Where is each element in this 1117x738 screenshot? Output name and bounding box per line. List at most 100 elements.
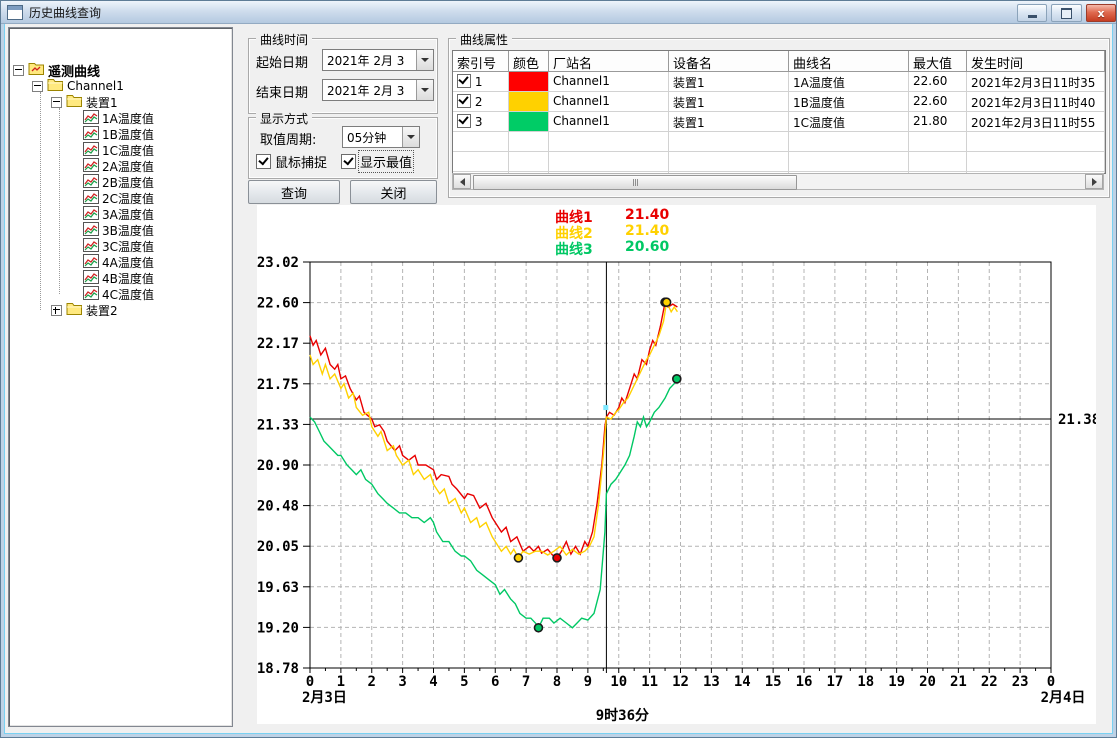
tree-item-4A温度值[interactable]: 4A温度值 xyxy=(70,254,154,270)
checkbox-box[interactable] xyxy=(341,154,356,169)
table-header-cell[interactable]: 索引号 xyxy=(453,51,509,71)
close-action-button[interactable]: 关闭 xyxy=(350,180,437,204)
series-3-min-marker xyxy=(534,624,542,632)
tree-item-4B温度值[interactable]: 4B温度值 xyxy=(70,270,154,286)
tree-item-1B温度值[interactable]: 1B温度值 xyxy=(70,126,154,142)
tree-guide-line xyxy=(59,108,60,294)
table-row[interactable]: 1Channel1装置11A温度值22.602021年2月3日11时35 xyxy=(453,72,1105,92)
show-extremes-label: 显示最值 xyxy=(360,152,412,171)
end-date-combo[interactable]: 2021年 2月 3 xyxy=(322,79,434,101)
tree-item-装置2[interactable]: 装置2 xyxy=(51,302,118,318)
tree-item-2A温度值[interactable]: 2A温度值 xyxy=(70,158,154,174)
collapse-icon[interactable] xyxy=(32,81,43,92)
tree-item-3A温度值[interactable]: 3A温度值 xyxy=(70,206,154,222)
time-cell: 2021年2月3日11时35 xyxy=(967,72,1105,91)
tree-item-遥测曲线[interactable]: 遥测曲线 xyxy=(13,62,100,78)
properties-table: 索引号颜色厂站名设备名曲线名最大值发生时间 1Channel1装置11A温度值2… xyxy=(452,50,1106,174)
x-tick-label: 18 xyxy=(857,674,874,690)
tree-item-2C温度值[interactable]: 2C温度值 xyxy=(70,190,154,206)
max-cell: 21.80 xyxy=(909,112,967,131)
series-1-min-marker xyxy=(553,554,561,562)
row-index: 2 xyxy=(471,95,482,109)
x-tick-label: 0 xyxy=(306,674,314,690)
tree-item-1A温度值[interactable]: 1A温度值 xyxy=(70,110,154,126)
curve-icon xyxy=(83,174,99,191)
tree-item-3B温度值[interactable]: 3B温度值 xyxy=(70,222,154,238)
table-header-cell[interactable]: 最大值 xyxy=(909,51,967,71)
row-checkbox[interactable] xyxy=(457,114,471,128)
tree-item-装置1[interactable]: 装置1 xyxy=(51,94,118,110)
table-row[interactable]: 3Channel1装置11C温度值21.802021年2月3日11时55 xyxy=(453,112,1105,132)
start-date-dropdown-button[interactable] xyxy=(416,50,433,70)
row-checkbox[interactable] xyxy=(457,94,471,108)
mouse-capture-checkbox[interactable]: 鼠标捕捉 xyxy=(256,152,327,171)
period-dropdown-button[interactable] xyxy=(402,127,419,147)
color-swatch xyxy=(509,72,548,91)
series-3-max-marker xyxy=(673,375,681,383)
row-index-cell: 1 xyxy=(453,72,509,91)
table-row[interactable]: 2Channel1装置11B温度值22.602021年2月3日11时40 xyxy=(453,92,1105,112)
y-tick-label: 18.78 xyxy=(257,661,299,677)
table-header-cell[interactable]: 厂站名 xyxy=(549,51,669,71)
close-button[interactable]: x xyxy=(1086,4,1116,22)
window-icon xyxy=(7,5,23,20)
horizontal-scrollbar[interactable] xyxy=(452,173,1104,190)
start-date-combo[interactable]: 2021年 2月 3 xyxy=(322,49,434,71)
tree-item-4C温度值[interactable]: 4C温度值 xyxy=(70,286,154,302)
scroll-thumb[interactable] xyxy=(473,175,797,190)
period-combo[interactable]: 05分钟 xyxy=(342,126,420,148)
color-cell xyxy=(509,112,549,131)
tree-item-label: 4C温度值 xyxy=(102,286,154,303)
y-tick-label: 22.60 xyxy=(257,296,299,312)
empty-cell xyxy=(509,132,549,151)
tree-item-label: 装置1 xyxy=(86,94,118,111)
end-date-dropdown-button[interactable] xyxy=(416,80,433,100)
tree-item-1C温度值[interactable]: 1C温度值 xyxy=(70,142,154,158)
curve-icon xyxy=(83,238,99,255)
tree-item-3C温度值[interactable]: 3C温度值 xyxy=(70,238,154,254)
curve-cell: 1C温度值 xyxy=(789,112,909,131)
root-folder-icon xyxy=(28,62,45,79)
checkbox-box[interactable] xyxy=(256,154,271,169)
row-checkbox[interactable] xyxy=(457,74,471,88)
series-2-min-marker xyxy=(514,554,522,562)
empty-cell xyxy=(549,132,669,151)
titlebar[interactable]: 历史曲线查询 xyxy=(1,1,1116,24)
y-tick-label: 20.05 xyxy=(257,539,299,555)
row-index-cell: 3 xyxy=(453,112,509,131)
collapse-icon[interactable] xyxy=(13,65,24,76)
tree-item-2B温度值[interactable]: 2B温度值 xyxy=(70,174,154,190)
y-tick-label: 21.75 xyxy=(257,377,299,393)
row-index-cell: 2 xyxy=(453,92,509,111)
x-tick-label: 19 xyxy=(888,674,905,690)
scroll-right-button[interactable] xyxy=(1085,174,1103,189)
table-header-cell[interactable]: 颜色 xyxy=(509,51,549,71)
folder-icon xyxy=(66,94,83,111)
empty-cell xyxy=(967,152,1105,171)
collapse-icon[interactable] xyxy=(51,97,62,108)
table-header-cell[interactable]: 曲线名 xyxy=(789,51,909,71)
maximize-button[interactable] xyxy=(1051,4,1082,22)
table-header-cell[interactable]: 发生时间 xyxy=(967,51,1105,71)
chevron-down-icon xyxy=(421,58,429,62)
row-index: 3 xyxy=(471,115,482,129)
table-header-cell[interactable]: 设备名 xyxy=(669,51,789,71)
expand-icon[interactable] xyxy=(51,305,62,316)
query-button[interactable]: 查询 xyxy=(248,180,340,204)
tree-guide-line xyxy=(40,92,41,310)
scroll-left-button[interactable] xyxy=(453,174,471,189)
curve-icon xyxy=(83,126,99,143)
series-line-1 xyxy=(310,302,677,558)
empty-cell xyxy=(967,132,1105,151)
show-extremes-checkbox[interactable]: 显示最值 xyxy=(341,152,412,171)
end-date-label: 结束日期 xyxy=(256,82,308,101)
minimize-button[interactable] xyxy=(1017,4,1047,22)
empty-cell xyxy=(789,132,909,151)
curve-icon xyxy=(83,158,99,175)
tree-item-Channel1[interactable]: Channel1 xyxy=(32,78,124,94)
table-empty-row xyxy=(453,152,1105,172)
period-value: 05分钟 xyxy=(343,127,402,147)
empty-cell xyxy=(669,152,789,171)
y-tick-label: 20.48 xyxy=(257,499,299,515)
history-curve-chart[interactable]: 23.0222.6022.1721.7521.3320.9020.4820.05… xyxy=(257,205,1096,724)
